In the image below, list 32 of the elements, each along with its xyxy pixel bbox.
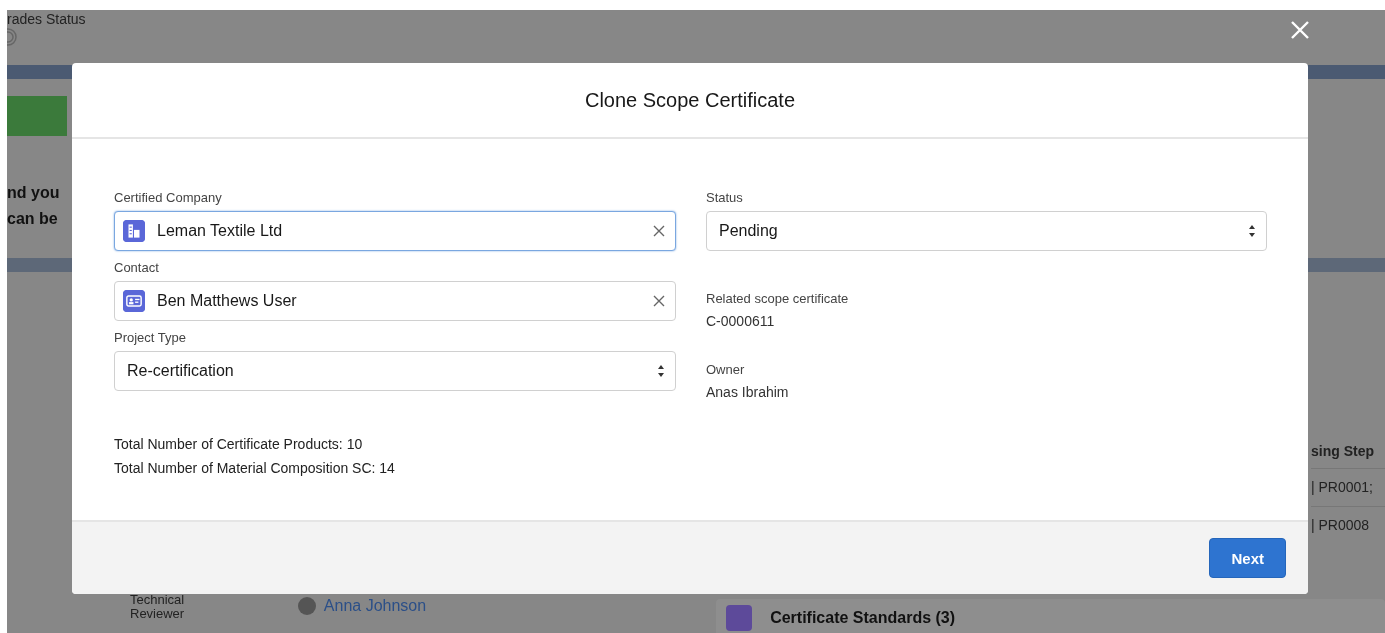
lookup-field[interactable]: Ben Matthews User	[114, 281, 676, 321]
field-label: Contact	[114, 260, 160, 276]
related-list-title: Certificate Standards (3)	[770, 609, 956, 627]
summary-text: Total Number of Certificate Products: 10	[114, 436, 364, 453]
field-value: Anas Ibrahim	[706, 383, 790, 401]
field-label: Project Type	[114, 330, 188, 346]
select-field[interactable]: Pending	[706, 211, 1267, 251]
clear-icon[interactable]	[653, 295, 665, 307]
banner-text: can be	[7, 210, 58, 228]
close-icon[interactable]	[1290, 20, 1310, 40]
summary-text: Total Number of Material Composition SC: 14	[114, 460, 396, 477]
field-label: Related scope certificate	[706, 291, 850, 307]
contact-card-icon	[123, 290, 145, 312]
lookup-field[interactable]: Leman Textile Ltd	[114, 211, 676, 251]
modal-title: Clone Scope Certificate	[584, 88, 796, 112]
field-label: Technical Reviewer	[130, 593, 186, 621]
column-header: sing Step	[1311, 442, 1374, 461]
table-cell: | PR0008	[1311, 506, 1385, 544]
clear-icon[interactable]	[653, 225, 665, 237]
avatar-icon	[297, 597, 316, 615]
select-field[interactable]: Re-certification	[114, 351, 676, 391]
field-value: C-0000611	[706, 312, 776, 330]
page-title: rades Status	[7, 10, 87, 28]
next-button[interactable]: Next	[1209, 538, 1286, 578]
table-cell: | PR0001;	[1311, 468, 1385, 506]
field-label: Status	[706, 190, 744, 206]
banner-text: nd you	[7, 184, 60, 202]
field-label: Certified Company	[114, 190, 223, 206]
building-icon	[123, 220, 145, 242]
sort-arrows-icon	[1248, 224, 1256, 238]
sort-arrows-icon	[657, 364, 665, 378]
field-label: Owner	[706, 362, 746, 378]
